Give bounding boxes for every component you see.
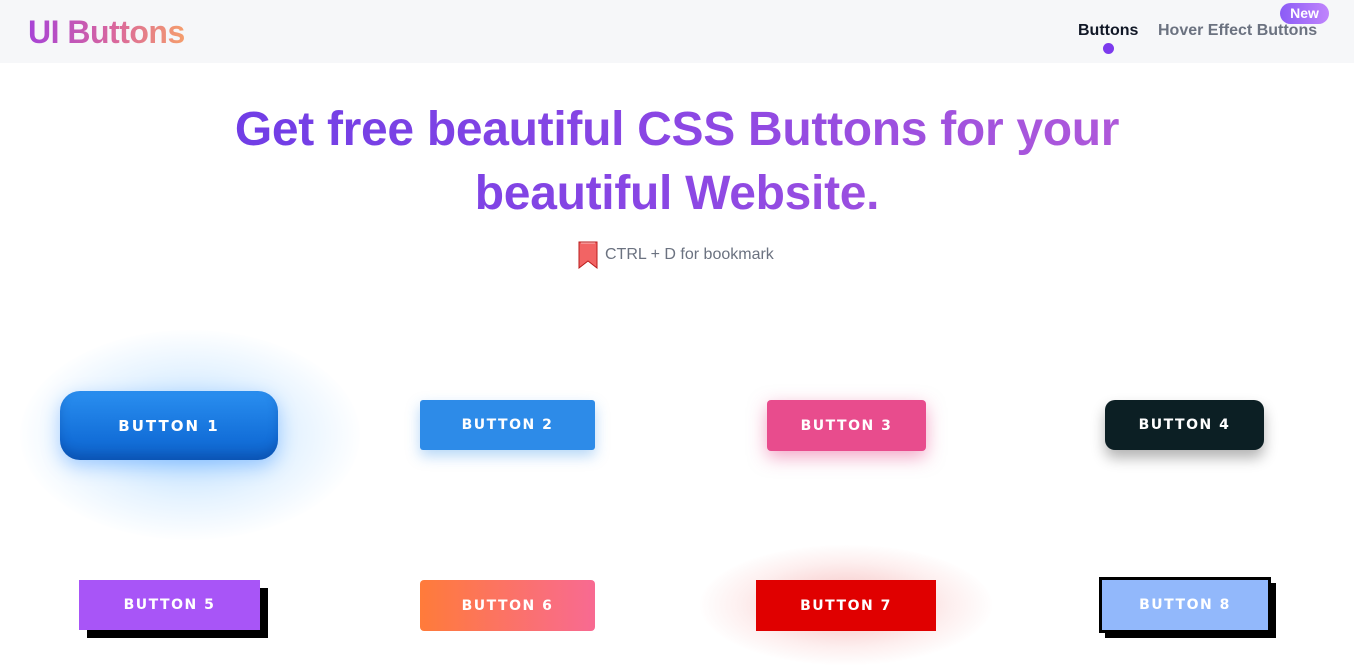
button-4[interactable]: BUTTON 4 [1105, 400, 1264, 450]
button-8[interactable]: BUTTON 8 [1099, 577, 1271, 633]
button-3[interactable]: BUTTON 3 [767, 400, 926, 451]
button-1[interactable]: BUTTON 1 [60, 391, 278, 460]
bookmark-icon [578, 241, 598, 269]
nav-link-buttons[interactable]: Buttons [1078, 22, 1138, 40]
active-nav-indicator [1103, 43, 1114, 54]
bookmark-hint: CTRL + D for bookmark [577, 241, 774, 269]
hero-headline: Get free beautiful CSS Buttons for your … [180, 98, 1174, 226]
top-navbar: UI Buttons Buttons Hover Effect Buttons … [0, 0, 1354, 63]
button-2[interactable]: BUTTON 2 [420, 400, 595, 450]
button-7[interactable]: BUTTON 7 [756, 580, 936, 631]
button-5[interactable]: BUTTON 5 [79, 580, 260, 630]
site-logo[interactable]: UI Buttons [28, 14, 185, 51]
new-badge: New [1280, 3, 1329, 24]
button-6[interactable]: BUTTON 6 [420, 580, 595, 631]
bookmark-hint-text: CTRL + D for bookmark [605, 246, 774, 263]
nav-link-hover-effect-buttons[interactable]: Hover Effect Buttons [1158, 22, 1317, 40]
